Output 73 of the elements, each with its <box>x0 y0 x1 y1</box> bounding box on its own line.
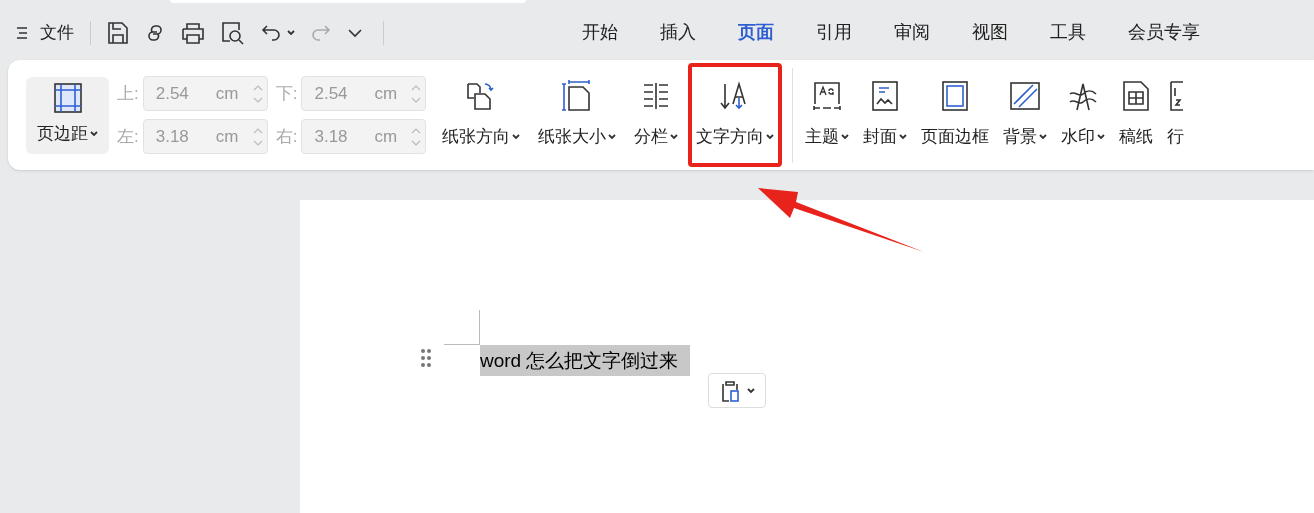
caret-icon <box>287 29 295 36</box>
print-preview-icon[interactable] <box>221 20 245 45</box>
button-label: 纸张方向 <box>442 126 511 149</box>
button-label: 分栏 <box>634 126 669 149</box>
print-icon[interactable] <box>181 21 205 44</box>
menu-button[interactable]: 文件 <box>16 19 74 46</box>
margin-value: 3.18 <box>314 125 349 148</box>
grid-paper-icon <box>1121 80 1152 113</box>
ribbon-button[interactable]: 封面 <box>863 69 908 161</box>
margin-label: 左: <box>117 125 139 148</box>
ribbon-button[interactable]: 背景 <box>1003 69 1048 161</box>
caret-icon <box>1039 134 1048 140</box>
margin-label: 下: <box>275 82 298 105</box>
ribbon-button[interactable]: 纸张方向 <box>434 63 529 167</box>
clipboard-icon <box>719 378 741 403</box>
ribbon-button[interactable]: 行 <box>1167 69 1185 161</box>
ribbon-button[interactable]: 页面边框 <box>921 69 990 161</box>
caret-icon <box>512 134 521 140</box>
caret-icon <box>608 134 617 140</box>
ribbon-tab[interactable]: 会员专享 <box>1107 19 1221 46</box>
button-label: 文字方向 <box>696 126 765 149</box>
ribbon-tab[interactable]: 工具 <box>1029 19 1107 46</box>
drag-handle-icon[interactable] <box>420 348 432 368</box>
margin-label: 上: <box>117 82 139 105</box>
ribbon-tab[interactable]: 插入 <box>639 19 717 46</box>
ribbon-button[interactable]: 水印 <box>1061 69 1106 161</box>
background-icon <box>1009 80 1042 113</box>
caret-icon <box>90 131 98 137</box>
ribbon-tab[interactable]: 审阅 <box>873 19 951 46</box>
caret-icon <box>1097 134 1106 140</box>
margin-unit: cm <box>374 125 398 148</box>
margin-label: 右: <box>275 125 298 148</box>
menu-icon <box>16 25 28 40</box>
ribbon-button[interactable]: 稿纸 <box>1119 69 1154 161</box>
ribbon-tab[interactable]: 页面 <box>717 19 795 46</box>
caret-icon <box>766 134 775 140</box>
margin-unit: cm <box>215 82 239 105</box>
button-label: 背景 <box>1003 126 1038 149</box>
margin-unit: cm <box>374 82 398 105</box>
button-label: 主题 <box>805 126 840 149</box>
caret-icon <box>899 134 908 140</box>
save-icon[interactable] <box>107 20 129 45</box>
margin-value: 2.54 <box>314 82 349 105</box>
cover-icon <box>870 80 901 113</box>
theme-icon <box>812 80 843 113</box>
margins-icon <box>53 83 82 114</box>
margins-button[interactable]: 页边距 <box>26 76 109 154</box>
margin-unit: cm <box>215 125 239 148</box>
button-label: 稿纸 <box>1119 126 1154 149</box>
button-label: 封面 <box>863 126 898 149</box>
crop-mark <box>444 310 480 345</box>
ribbon-button[interactable]: 纸张大小 <box>530 63 625 167</box>
more-icon[interactable] <box>347 27 363 38</box>
ribbon-button[interactable]: 文字方向 <box>688 63 783 167</box>
caret-icon <box>747 387 755 394</box>
ribbon-tab[interactable]: 视图 <box>951 19 1029 46</box>
caret-icon <box>841 134 850 140</box>
button-label: 页面边框 <box>921 126 990 149</box>
button-label: 行 <box>1167 126 1185 149</box>
caret-icon <box>670 134 679 140</box>
margins-label: 页边距 <box>37 123 88 146</box>
margin-value: 3.18 <box>155 125 190 148</box>
page-border-icon <box>940 80 971 113</box>
paste-options-button[interactable] <box>708 373 766 408</box>
margin-value: 2.54 <box>155 82 190 105</box>
line-numbers-icon <box>1168 80 1183 113</box>
ribbon-button[interactable]: 分栏 <box>626 63 687 167</box>
ribbon-tab[interactable]: 引用 <box>795 19 873 46</box>
button-label: 纸张大小 <box>538 126 607 149</box>
document-text: word 怎么把文字倒过来 <box>480 345 691 376</box>
ribbon-tab[interactable]: 开始 <box>561 19 639 46</box>
ribbon-button[interactable]: 主题 <box>805 69 850 161</box>
button-label: 水印 <box>1061 126 1096 149</box>
